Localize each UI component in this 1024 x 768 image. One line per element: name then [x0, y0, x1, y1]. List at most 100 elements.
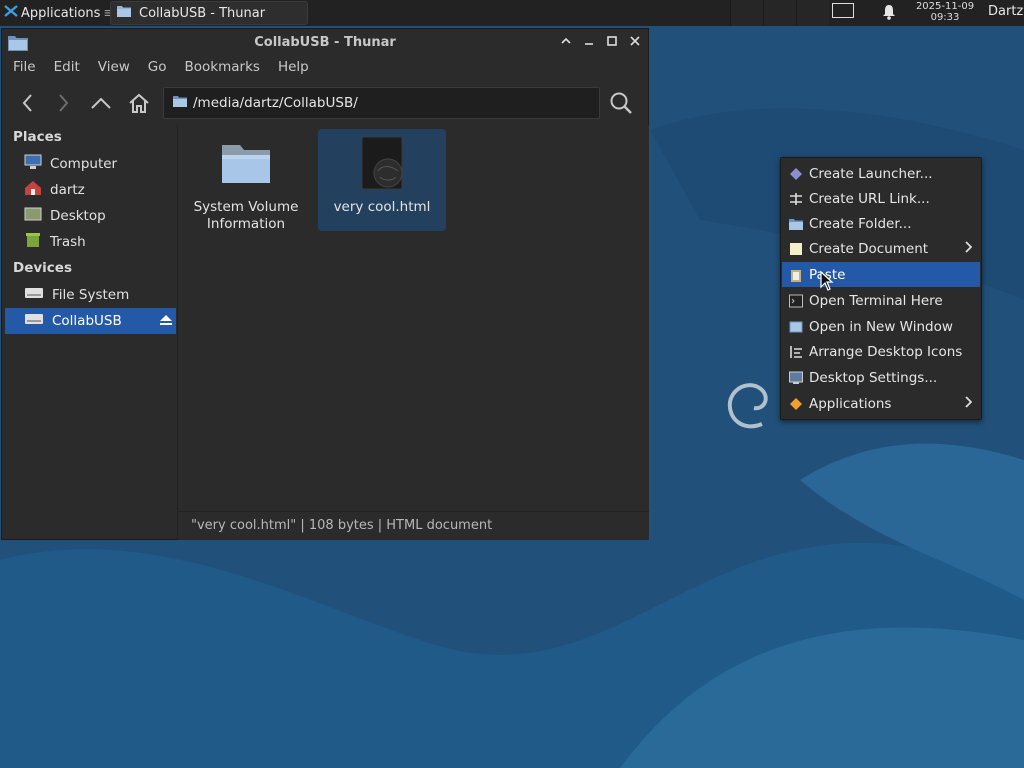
menu-item-label: Arrange Desktop Icons — [809, 343, 963, 360]
location-bar[interactable]: /media/dartz/CollabUSB/ — [163, 87, 600, 119]
file-item-very-cool-html[interactable]: very cool.html — [318, 129, 446, 231]
drive-icon — [24, 286, 44, 304]
menu-item-label: Create Folder... — [809, 215, 912, 232]
menu-item-label: Create URL Link... — [809, 190, 930, 207]
window-titlebar[interactable]: CollabUSB - Thunar — [2, 29, 648, 57]
menu-item-create-url-link[interactable]: Create URL Link... — [782, 186, 980, 211]
clock-time: 09:33 — [930, 12, 960, 23]
menu-item-label: Create Document — [809, 240, 929, 257]
clock[interactable]: 2025-11-09 09:33 — [912, 1, 978, 23]
clock-date: 2025-11-09 — [915, 1, 975, 12]
user-menu[interactable]: Dartz — [988, 4, 1023, 19]
file-view[interactable]: System Volume Information very cool.html — [177, 125, 649, 511]
shade-button[interactable] — [558, 35, 574, 51]
menu-edit[interactable]: Edit — [43, 59, 87, 79]
window-icon — [789, 320, 803, 334]
folder-icon — [117, 5, 131, 21]
folder-icon — [789, 217, 803, 231]
forward-button[interactable] — [50, 90, 76, 116]
thunar-window: CollabUSB - Thunar File Edit View Go Boo… — [1, 28, 649, 540]
applications-icon — [789, 397, 803, 411]
status-bar: "very cool.html" | 108 bytes | HTML docu… — [177, 511, 649, 540]
menu-item-create-launcher[interactable]: Create Launcher... — [782, 161, 980, 186]
sidebar-item-label: dartz — [50, 182, 85, 198]
minimize-button[interactable] — [581, 35, 597, 51]
xfce-logo-icon — [4, 4, 18, 22]
search-button[interactable] — [609, 91, 633, 119]
sidebar-item-label: Computer — [50, 156, 118, 172]
arrow-left-icon — [22, 94, 32, 112]
menu-item-paste[interactable]: Paste — [782, 262, 980, 287]
menu-go[interactable]: Go — [137, 59, 174, 79]
sidebar-item-label: Desktop — [50, 208, 106, 224]
menu-bar: File Edit View Go Bookmarks Help — [2, 59, 648, 79]
html-file-icon — [354, 135, 410, 191]
devices-header: Devices — [13, 260, 72, 276]
arrow-right-icon — [59, 94, 69, 112]
sidebar-item-collabusb[interactable]: CollabUSB — [5, 308, 176, 334]
chevron-right-icon — [964, 241, 973, 257]
top-panel: Applications ≡ CollabUSB - Thunar 2025-1… — [0, 0, 1024, 26]
file-item-system-volume-information[interactable]: System Volume Information — [182, 129, 310, 232]
chevron-right-icon — [964, 396, 973, 412]
places-header: Places — [13, 129, 62, 145]
file-name-line1: very cool.html — [333, 199, 431, 215]
menu-item-arrange-desktop-icons[interactable]: Arrange Desktop Icons — [782, 339, 980, 364]
sidebar: Places Computer dartz Desktop Trash Devi… — [2, 125, 176, 539]
home-icon — [24, 180, 42, 200]
menu-item-desktop-settings[interactable]: Desktop Settings... — [782, 365, 980, 390]
show-desktop-icon[interactable] — [832, 3, 854, 18]
applications-menu-label: Applications — [21, 5, 101, 21]
menu-item-open-terminal-here[interactable]: Open Terminal Here — [782, 288, 980, 313]
sidebar-item-label: Trash — [50, 234, 86, 250]
menu-item-label: Open in New Window — [809, 318, 953, 335]
search-icon — [610, 92, 632, 114]
arrow-up-icon — [91, 97, 111, 109]
sidebar-item-desktop[interactable]: Desktop — [5, 203, 176, 229]
notification-bell-icon[interactable] — [882, 4, 896, 24]
status-text: "very cool.html" | 108 bytes | HTML docu… — [191, 518, 493, 533]
menu-item-create-folder[interactable]: Create Folder... — [782, 211, 980, 236]
home-button[interactable] — [126, 90, 152, 116]
menu-item-create-document[interactable]: Create Document — [782, 236, 980, 261]
workspace-2[interactable] — [763, 0, 796, 26]
sidebar-item-computer[interactable]: Computer — [5, 151, 176, 177]
taskbar-thunar-button[interactable]: CollabUSB - Thunar — [110, 1, 308, 25]
parent-folder-button[interactable] — [88, 90, 114, 116]
maximize-button[interactable] — [604, 35, 620, 51]
mouse-cursor-icon — [820, 270, 834, 295]
close-button[interactable] — [627, 35, 643, 51]
sidebar-item-label: File System — [52, 287, 130, 303]
workspace-1[interactable] — [730, 0, 763, 26]
desktop-context-menu: Create Launcher... Create URL Link... Cr… — [780, 157, 982, 420]
menu-item-label: Desktop Settings... — [809, 369, 938, 386]
eject-icon[interactable] — [159, 314, 173, 330]
menu-item-open-in-new-window[interactable]: Open in New Window — [782, 314, 980, 339]
home-icon — [129, 93, 149, 113]
location-path: /media/dartz/CollabUSB/ — [193, 95, 358, 111]
back-button[interactable] — [15, 90, 41, 116]
folder-icon — [218, 135, 274, 191]
terminal-icon — [789, 294, 803, 308]
workspace-switcher[interactable] — [730, 0, 829, 26]
link-icon — [789, 192, 803, 206]
settings-icon — [789, 371, 803, 385]
menu-view[interactable]: View — [87, 59, 137, 79]
file-name-line1: System Volume — [193, 199, 299, 215]
menu-item-applications[interactable]: Applications — [782, 391, 980, 416]
sidebar-item-home[interactable]: dartz — [5, 177, 176, 203]
usb-drive-icon — [24, 312, 44, 330]
taskbar-label: CollabUSB - Thunar — [139, 5, 266, 21]
folder-icon — [173, 95, 187, 111]
menu-help[interactable]: Help — [267, 59, 316, 79]
file-name-line2: Information — [206, 216, 286, 232]
document-icon — [789, 242, 803, 256]
applications-menu-button[interactable]: Applications ≡ — [0, 0, 118, 26]
sidebar-item-file-system[interactable]: File System — [5, 282, 176, 308]
menu-bookmarks[interactable]: Bookmarks — [174, 59, 267, 79]
trash-icon — [24, 232, 42, 252]
workspace-3[interactable] — [796, 0, 829, 26]
clipboard-icon — [789, 268, 803, 282]
sidebar-item-trash[interactable]: Trash — [5, 229, 176, 255]
menu-file[interactable]: File — [2, 59, 43, 79]
